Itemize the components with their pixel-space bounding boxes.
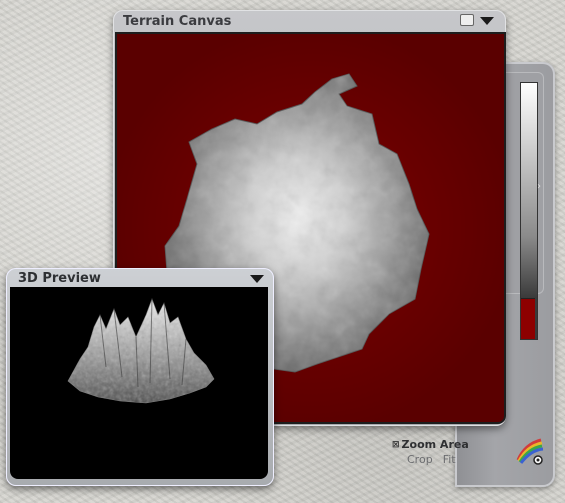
slider-handle-icon[interactable]: › <box>537 180 545 194</box>
zoom-icon: ⊠ <box>392 439 400 450</box>
preview-window-title: 3D Preview <box>18 271 101 286</box>
zoom-area-label: Zoom Area <box>401 438 469 451</box>
gradient-bar-red-section[interactable] <box>521 298 535 339</box>
terrain-window-title: Terrain Canvas <box>123 14 232 29</box>
3d-terrain-render <box>67 298 215 404</box>
crop-button[interactable]: Crop <box>407 453 433 466</box>
zoom-area-control[interactable]: ⊠ Zoom Area <box>392 438 469 451</box>
3d-preview-window: 3D Preview <box>6 268 274 486</box>
chevron-down-icon[interactable] <box>250 275 264 283</box>
fit-button[interactable]: Fit <box>443 453 456 466</box>
3d-preview-canvas[interactable] <box>10 287 268 479</box>
chevron-down-icon[interactable] <box>480 17 494 25</box>
color-pen-icon[interactable] <box>515 436 545 466</box>
window-mode-icon[interactable] <box>460 14 474 26</box>
